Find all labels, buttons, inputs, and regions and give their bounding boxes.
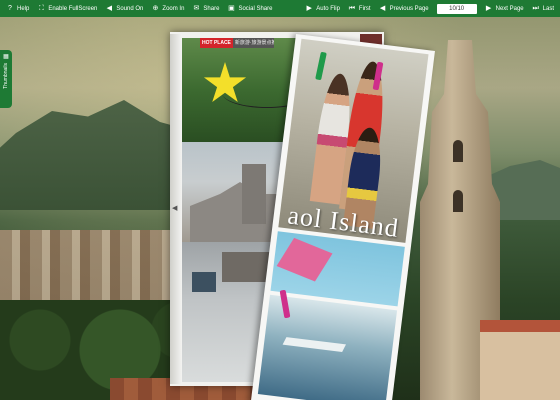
boat <box>282 337 346 352</box>
fullscreen-label: Enable FullScreen <box>48 5 98 12</box>
share-label: Share <box>203 5 220 12</box>
play-icon: ▶ <box>306 5 312 12</box>
grid-icon: ▦ <box>3 54 9 60</box>
previous-page-button[interactable]: ◀ Previous Page <box>379 5 429 12</box>
page-photo-sea <box>257 294 398 400</box>
fullscreen-icon: ⛶ <box>38 5 44 12</box>
hot-place-subtitle: 新旅游·旅游景点推荐 <box>232 38 274 48</box>
tower-window <box>453 140 463 162</box>
toolbar-right-group: ▶ Auto Flip ⏮ First ◀ Previous Page ▶ Ne… <box>305 3 555 14</box>
background-building <box>480 320 560 400</box>
speaker-icon: ◀ <box>106 5 113 12</box>
sound-button[interactable]: ◀ Sound On <box>105 5 144 12</box>
social-share-icon: ▣ <box>228 5 235 12</box>
page-prev-arrow-icon[interactable]: ◀ <box>172 205 178 213</box>
zoom-in-button[interactable]: ⊕ Zoom In <box>151 5 184 12</box>
social-share-label: Social Share <box>238 5 273 12</box>
toolbar-left-group: ? Help ⛶ Enable FullScreen ◀ Sound On ⊕ … <box>6 5 272 12</box>
toolbar: ? Help ⛶ Enable FullScreen ◀ Sound On ⊕ … <box>0 0 560 17</box>
kite <box>276 237 333 282</box>
share-button[interactable]: ✉ Share <box>192 5 219 12</box>
first-page-icon: ⏮ <box>348 5 356 12</box>
previous-page-icon: ◀ <box>379 5 386 12</box>
prev-label: Previous Page <box>389 5 429 12</box>
autoflip-button[interactable]: ▶ Auto Flip <box>305 5 340 12</box>
page-photo-kids: aol Island <box>278 38 429 243</box>
church-belltower <box>242 164 266 224</box>
thumbnails-tab[interactable]: ▦ Thumbnails <box>0 50 12 108</box>
last-page-button[interactable]: ⏭ Last <box>532 5 555 12</box>
last-label: Last <box>542 5 554 12</box>
question-icon: ? <box>8 5 12 12</box>
first-page-button[interactable]: ⏮ First <box>348 5 371 12</box>
help-button[interactable]: ? Help <box>6 5 29 12</box>
thumbnails-label: Thumbnails <box>3 63 9 89</box>
zoom-in-icon: ⊕ <box>152 5 159 12</box>
autoflip-label: Auto Flip <box>316 5 340 12</box>
page-number-input[interactable] <box>436 3 477 14</box>
next-label: Next Page <box>495 5 524 12</box>
zoom-label: Zoom In <box>162 5 185 12</box>
street-truck <box>192 272 216 292</box>
hot-place-tag: HOT PLACE 新旅游·旅游景点推荐 <box>200 38 274 48</box>
share-icon: ✉ <box>193 5 200 12</box>
social-share-button[interactable]: ▣ Social Share <box>227 5 272 12</box>
fullscreen-button[interactable]: ⛶ Enable FullScreen <box>37 5 97 12</box>
last-page-icon: ⏭ <box>532 5 539 12</box>
page-photo-kite <box>270 231 405 307</box>
help-label: Help <box>17 5 30 12</box>
hot-place-label: HOT PLACE <box>200 38 233 48</box>
sound-label: Sound On <box>116 5 144 12</box>
next-page-icon: ▶ <box>485 5 492 12</box>
tower-window <box>453 190 463 212</box>
first-label: First <box>358 5 371 12</box>
next-page-button[interactable]: ▶ Next Page <box>485 5 524 12</box>
